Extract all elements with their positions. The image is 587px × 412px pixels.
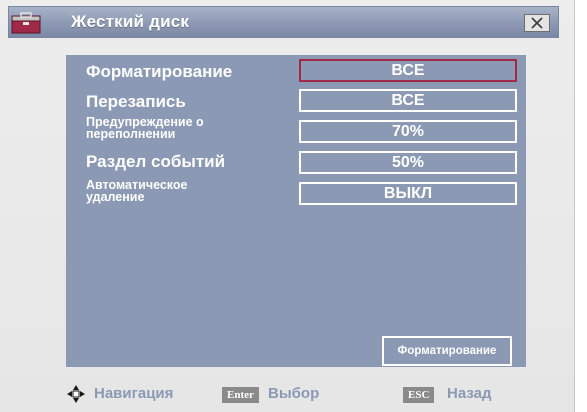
setting-label-overflow-warning: Предупреждение о переполнении	[86, 115, 204, 141]
setting-value-auto-delete[interactable]: ВЫКЛ	[299, 182, 517, 205]
setting-label-event-partition: Раздел событий	[86, 152, 226, 171]
setting-label-auto-delete: Автоматическое удаление	[86, 178, 188, 204]
setting-value-format[interactable]: ВСЕ	[299, 59, 517, 82]
hint-navigation: Навигация	[94, 385, 174, 402]
hdd-settings-window: Жесткий диск Форматирование ВСЕ Перезапи…	[0, 0, 575, 412]
setting-value-event-partition[interactable]: 50%	[299, 151, 517, 174]
close-button[interactable]	[524, 14, 550, 32]
setting-value-overflow-warning[interactable]: 70%	[299, 120, 517, 143]
settings-panel: Форматирование ВСЕ Перезапись ВСЕ Предуп…	[66, 55, 526, 367]
close-icon	[531, 17, 543, 29]
format-button[interactable]: Форматирование	[382, 336, 512, 366]
setting-label-overwrite: Перезапись	[86, 92, 186, 111]
title-bar: Жесткий диск	[8, 6, 559, 38]
window-title: Жесткий диск	[71, 12, 190, 31]
hard-disk-icon	[11, 12, 41, 34]
enter-key-badge: Enter	[222, 387, 259, 403]
hint-back: Назад	[447, 385, 492, 402]
setting-value-overwrite[interactable]: ВСЕ	[299, 89, 517, 112]
setting-label-format: Форматирование	[86, 62, 233, 81]
hint-select: Выбор	[268, 385, 320, 402]
navigation-arrows-icon	[66, 384, 86, 409]
esc-key-badge: ESC	[403, 387, 435, 403]
hint-bar: Навигация Enter Выбор ESC Назад	[0, 378, 575, 408]
